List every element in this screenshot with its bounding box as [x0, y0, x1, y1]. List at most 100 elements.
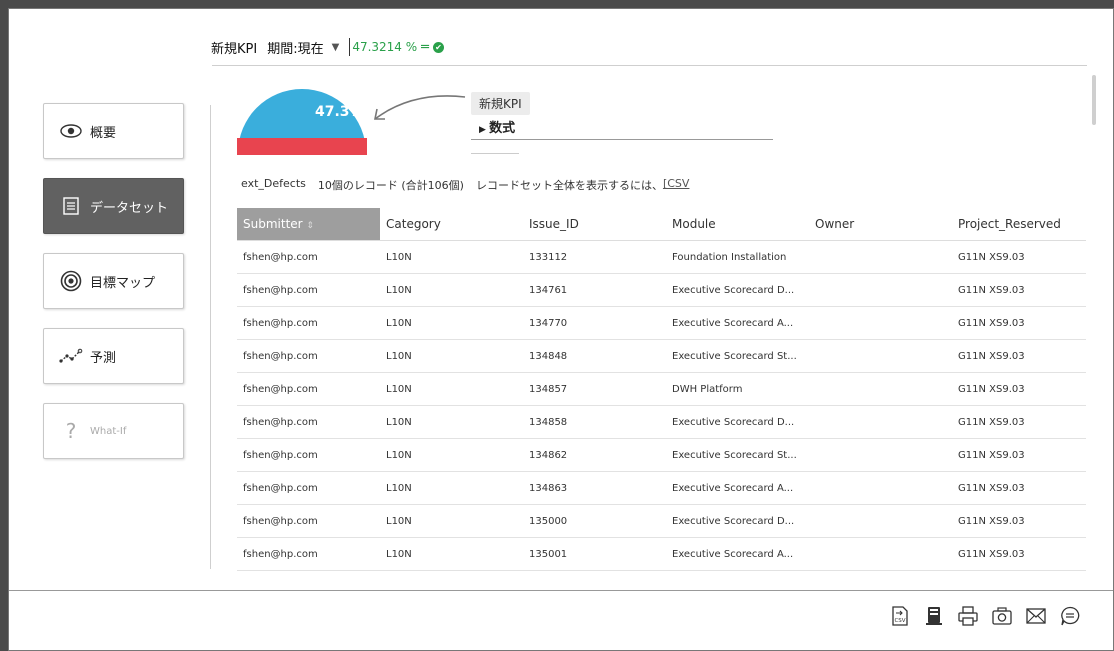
cell-project-reserved: G11N XS9.03: [952, 504, 1086, 538]
nav-overview-button[interactable]: 概要: [43, 103, 184, 159]
cell-submitter: fshen@hp.com: [237, 537, 380, 571]
cell-owner: [809, 438, 952, 472]
table-row[interactable]: fshen@hp.com L10N 134857 DWH Platform G11N X…: [237, 372, 1086, 406]
cell-issue-id: 134863: [523, 471, 666, 505]
table-row[interactable]: fshen@hp.com L10N 134770 Executive Scorecar…: [237, 306, 1086, 340]
cell-issue-id: 133112: [523, 240, 666, 274]
cell-submitter: fshen@hp.com: [237, 471, 380, 505]
cell-owner: [809, 240, 952, 274]
cell-project-reserved: G11N XS9.03: [952, 273, 1086, 307]
table-row[interactable]: fshen@hp.com L10N 134862 Executive Scorecar…: [237, 438, 1086, 472]
cell-project-reserved: G11N XS9.03: [952, 471, 1086, 505]
print-icon[interactable]: [957, 605, 979, 627]
status-ok-icon: ✔: [432, 41, 444, 53]
cell-owner: [809, 306, 952, 340]
column-header-category[interactable]: Category: [380, 208, 523, 241]
period-value[interactable]: 現在: [298, 38, 324, 57]
trend-flat-icon: ═: [421, 39, 429, 55]
cell-category: L10N: [380, 306, 523, 340]
target-icon: [56, 270, 86, 292]
table-row[interactable]: fshen@hp.com L10N 134858 Executive Scorecar…: [237, 405, 1086, 439]
cell-project-reserved: G11N XS9.03: [952, 240, 1086, 274]
scrollbar[interactable]: [1092, 75, 1096, 125]
cell-issue-id: 134761: [523, 273, 666, 307]
cell-project-reserved: G11N XS9.03: [952, 372, 1086, 406]
cell-owner: [809, 273, 952, 307]
period-dropdown-icon[interactable]: ▼: [332, 42, 340, 53]
csv-link[interactable]: [CSV: [663, 177, 689, 193]
cell-submitter: fshen@hp.com: [237, 504, 380, 538]
dataset-name: ext_Defects: [241, 177, 306, 190]
cell-category: L10N: [380, 504, 523, 538]
cell-module: Executive Scorecard D...: [666, 273, 809, 307]
cell-submitter: fshen@hp.com: [237, 405, 380, 439]
cell-category: L10N: [380, 471, 523, 505]
nav-goal-map-label: 目標マップ: [90, 275, 156, 291]
cell-category: L10N: [380, 372, 523, 406]
cell-issue-id: 135000: [523, 504, 666, 538]
column-header-project-reserved[interactable]: Project_Reserved: [952, 208, 1086, 241]
content-divider: [210, 105, 211, 569]
cell-module: Executive Scorecard A...: [666, 537, 809, 571]
cell-category: L10N: [380, 339, 523, 373]
kpi-name: 新規KPI: [211, 41, 258, 57]
cell-owner: [809, 537, 952, 571]
formula-panel: 新規KPI ▶ 数式: [471, 92, 530, 136]
header-divider: [212, 65, 1087, 66]
column-header-submitter[interactable]: Submitter ⇕: [237, 208, 380, 241]
csv-export-icon[interactable]: CSV: [889, 605, 911, 627]
eye-icon: [56, 124, 86, 138]
expand-caret-icon: ▶: [479, 125, 490, 135]
column-header-issue-id[interactable]: Issue_ID: [523, 208, 666, 241]
cell-submitter: fshen@hp.com: [237, 306, 380, 340]
cell-issue-id: 134848: [523, 339, 666, 373]
cell-module: Executive Scorecard St...: [666, 438, 809, 472]
cell-owner: [809, 339, 952, 373]
arrow-icon: [374, 95, 466, 120]
table-row[interactable]: fshen@hp.com L10N 135001 Executive Scorecar…: [237, 537, 1086, 571]
cell-module: DWH Platform: [666, 372, 809, 406]
nav-what-if-button[interactable]: ? What-If: [43, 403, 184, 459]
footer-toolbar: CSV: [889, 605, 1081, 627]
nav-goal-map-button[interactable]: 目標マップ: [43, 253, 184, 309]
header-separator: [349, 38, 351, 56]
cell-project-reserved: G11N XS9.03: [952, 405, 1086, 439]
kpi-gauge-chart: 47.3%: [237, 89, 367, 155]
database-icon[interactable]: [923, 605, 945, 627]
app-window: 新規KPI 期間: 現在 ▼ 47.3214 % ═ ✔ 概要 データセット 目…: [8, 8, 1114, 651]
comment-icon[interactable]: [1059, 605, 1081, 627]
kpi-value: 47.3214 %: [352, 40, 418, 54]
table-row[interactable]: fshen@hp.com L10N 135000 Executive Scorecar…: [237, 504, 1086, 538]
cell-issue-id: 134857: [523, 372, 666, 406]
dataset-table: Submitter ⇕ Category Issue_ID Module Own…: [237, 208, 1086, 571]
cell-owner: [809, 405, 952, 439]
cell-issue-id: 134858: [523, 405, 666, 439]
cell-submitter: fshen@hp.com: [237, 273, 380, 307]
cell-submitter: fshen@hp.com: [237, 438, 380, 472]
column-header-owner[interactable]: Owner: [809, 208, 952, 241]
table-row[interactable]: fshen@hp.com L10N 134863 Executive Scorecar…: [237, 471, 1086, 505]
table-row[interactable]: fshen@hp.com L10N 133112 Foundation Install…: [237, 240, 1086, 274]
cell-owner: [809, 504, 952, 538]
formula-toggle[interactable]: ▶ 数式: [479, 117, 530, 136]
cell-module: Executive Scorecard D...: [666, 504, 809, 538]
column-header-module[interactable]: Module: [666, 208, 809, 241]
sort-icon[interactable]: ⇕: [306, 221, 314, 231]
nav-forecast-label: 予測: [90, 350, 117, 366]
cell-category: L10N: [380, 438, 523, 472]
mail-icon[interactable]: [1025, 605, 1047, 627]
table-row[interactable]: fshen@hp.com L10N 134848 Executive Scorecar…: [237, 339, 1086, 373]
formula-title: 新規KPI: [471, 92, 530, 115]
formula-underline: [471, 139, 773, 140]
cell-module: Executive Scorecard St...: [666, 339, 809, 373]
cell-owner: [809, 372, 952, 406]
gauge-remainder: [237, 138, 367, 155]
table-row[interactable]: fshen@hp.com L10N 134761 Executive Scorecar…: [237, 273, 1086, 307]
nav-what-if-label: What-If: [90, 425, 127, 437]
nav-forecast-button[interactable]: 予測: [43, 328, 184, 384]
cell-submitter: fshen@hp.com: [237, 372, 380, 406]
cell-issue-id: 134770: [523, 306, 666, 340]
camera-icon[interactable]: [991, 605, 1013, 627]
nav-dataset-button[interactable]: データセット: [43, 178, 184, 234]
cell-project-reserved: G11N XS9.03: [952, 537, 1086, 571]
